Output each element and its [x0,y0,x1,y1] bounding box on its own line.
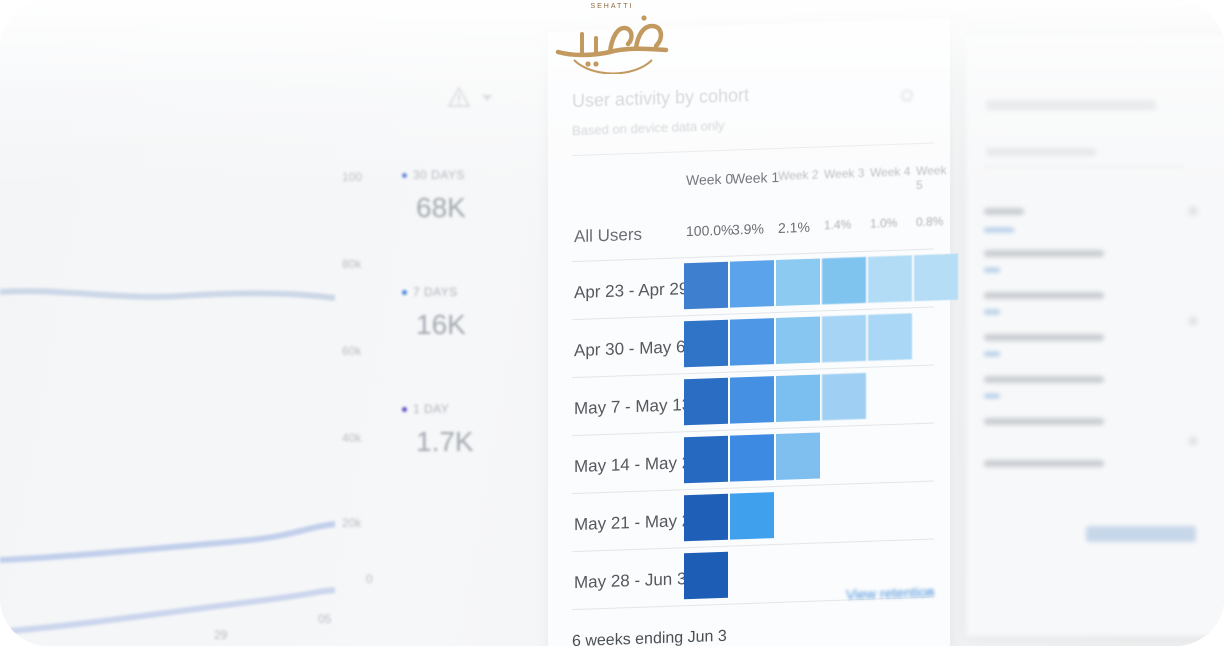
panel-row[interactable] [984,292,1104,299]
cohort-cell[interactable] [684,435,728,484]
retention-percent: 1.4% [824,217,852,233]
brand-name: SEHATTI [590,3,634,10]
retention-percent: 2.1% [778,218,810,236]
brand-logo: SEHATTI [552,0,672,92]
week-header: Week 0 [686,170,734,189]
week-header: Week 1 [732,168,780,187]
screenshot-frame: 100 80k 60k 40k 20k 0 29 05 30 DAYS 68K … [0,0,1224,646]
cohort-cell[interactable] [730,376,774,424]
cohort-cell[interactable] [684,377,728,426]
metric-value: 16K [416,309,466,340]
metric-value: 1.7K [416,426,474,457]
cohort-cell[interactable] [868,255,912,303]
series-dot-icon [402,290,407,296]
series-dot-icon [402,407,407,413]
cohort-cell[interactable] [776,316,820,365]
y-axis-tick: 100 [342,170,363,184]
overview-chart-area: 100 80k 60k 40k 20k 0 29 05 30 DAYS 68K … [0,0,540,646]
cohort-cell[interactable] [684,551,728,600]
cohort-cell[interactable] [730,260,774,308]
divider [572,142,934,157]
panel-accent [984,228,1014,232]
metric-7-days: 7 DAYS 16K [402,285,466,341]
cohort-cell[interactable] [868,313,912,361]
cohort-cell[interactable] [822,256,866,305]
brand-calligraphy-logo [555,15,669,74]
retention-percent: 100.0% [686,221,734,240]
panel-row[interactable] [984,460,1104,467]
panel-toggle[interactable] [1188,436,1198,446]
cohort-row-label: Apr 30 - May 6 [574,337,686,361]
panel-search-input[interactable] [984,144,1184,167]
series-dot-icon [402,173,407,179]
right-side-panel [966,36,1224,636]
cohort-cell[interactable] [730,434,774,482]
cohort-row-label: May 21 - May 27 [574,510,701,535]
cohort-row-label: May 7 - May 13 [574,395,692,419]
panel-title [986,100,1156,110]
card-subtitle: Based on device data only [572,117,725,139]
week-header: Week 5 [916,163,947,193]
cohort-cell[interactable] [684,319,728,368]
view-retention-link[interactable]: View retention [846,584,934,603]
cohort-row-label: Apr 23 - Apr 29 [574,279,689,303]
cohort-card: User activity by cohort Based on device … [548,17,958,646]
chevron-right-icon[interactable]: › [928,584,933,600]
warning-icon[interactable] [448,86,470,108]
cohort-cell[interactable] [776,432,820,481]
cohort-cell[interactable] [684,493,728,542]
metric-label: 7 DAYS [413,285,458,299]
panel-row[interactable] [984,334,1104,341]
cohort-cell[interactable] [914,253,958,302]
panel-toggle[interactable] [1188,316,1198,326]
metric-label: 30 DAYS [413,168,465,182]
cohort-row-label: May 28 - Jun 3 [574,569,687,593]
cohort-cell[interactable] [776,258,820,307]
metric-30-days: 30 DAYS 68K [402,168,466,224]
retention-percent: 1.0% [870,215,898,231]
metric-value: 68K [416,192,466,223]
metric-label: 1 DAY [413,402,450,416]
week-header: Week 2 [778,167,819,183]
panel-action-button[interactable] [1086,526,1196,542]
y-axis-tick: 80k [342,257,362,271]
chevron-down-icon[interactable] [482,94,492,102]
retention-percent: 3.9% [732,220,764,238]
panel-row[interactable] [984,250,1104,257]
cohort-cell[interactable] [822,372,866,421]
panel-accent [984,310,1000,314]
row-divider [572,538,934,553]
x-axis-tick: 05 [318,612,332,626]
date-range-label[interactable]: 6 weeks ending Jun 3 [572,628,727,646]
week-header: Week 3 [824,165,865,182]
card-menu-icon[interactable] [900,87,914,103]
cohort-row-label: May 14 - May 20 [574,452,701,477]
panel-accent [984,394,1000,398]
cohort-cell[interactable] [730,318,774,366]
panel-accent [984,268,1000,272]
y-axis-tick: 20k [342,516,362,530]
y-axis-tick: 0 [366,572,373,586]
week-header: Week 4 [870,164,911,180]
panel-toggle[interactable] [1188,206,1198,216]
retention-percent: 0.8% [916,214,944,230]
y-axis-tick: 60k [342,344,362,358]
panel-row[interactable] [984,418,1104,425]
cohort-cell[interactable] [776,374,820,423]
x-axis-tick: 29 [214,628,228,642]
cohort-cell[interactable] [684,261,728,310]
y-axis-tick: 40k [342,431,362,445]
panel-row[interactable] [984,208,1024,215]
cohort-cell[interactable] [730,492,774,540]
metric-1-day: 1 DAY 1.7K [402,402,474,458]
panel-accent [984,352,1000,356]
all-users-label: All Users [574,224,643,247]
cohort-cell[interactable] [822,314,866,363]
panel-row[interactable] [984,376,1104,383]
